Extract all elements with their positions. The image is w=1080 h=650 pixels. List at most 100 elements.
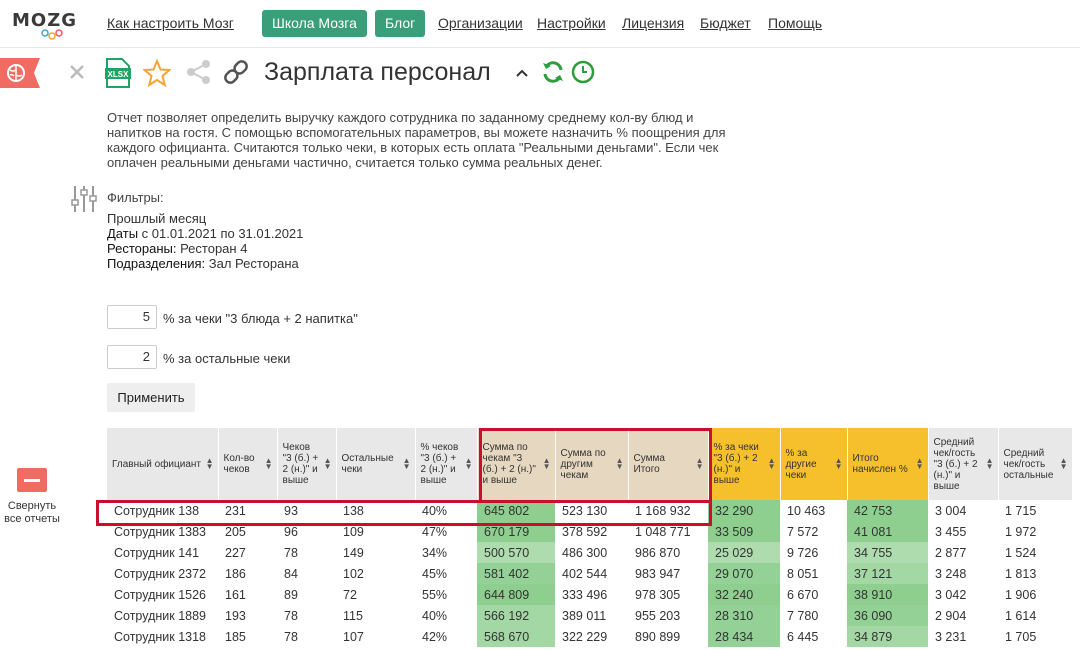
collapse-all-button[interactable]: [17, 468, 47, 492]
table-row[interactable]: Сотрудник 1889 193 78 115 40% 566 192 389 011 9…: [107, 605, 1072, 626]
table-cell: 378 592: [562, 524, 608, 539]
table-row[interactable]: Сотрудник 1383 205 96 109 47% 670 179 378 592 1…: [107, 521, 1072, 542]
close-icon[interactable]: [68, 63, 86, 86]
nav-link-settings[interactable]: Настройки: [537, 15, 606, 31]
table-cell: 6 670: [787, 587, 819, 602]
table-row[interactable]: Сотрудник 138 231 93 138 40% 645 802 523 130 1 …: [107, 500, 1072, 521]
column-header[interactable]: Чеков "3 (б.) + 2 (н.)" и выше ▲ ▼: [277, 428, 337, 500]
school-button[interactable]: Школа Мозга: [262, 10, 367, 37]
sort-icon[interactable]: ▲ ▼: [986, 457, 994, 471]
xlsx-export-icon[interactable]: XLSX: [105, 58, 131, 93]
sort-icon[interactable]: ▲ ▼: [206, 457, 214, 471]
table-cell: 38 910: [847, 584, 928, 605]
column-header[interactable]: Средний чек/гость остальные ▲ ▼: [998, 428, 1073, 500]
link-icon[interactable]: [222, 58, 250, 91]
nav-link-help[interactable]: Помощь: [768, 15, 822, 31]
table-cell: 33 509: [708, 521, 780, 542]
table-cell: 3 042: [935, 587, 967, 602]
share-icon[interactable]: [186, 59, 212, 90]
nav-link-budget[interactable]: Бюджет: [700, 15, 751, 31]
sort-icon[interactable]: ▲ ▼: [465, 457, 473, 471]
collapse-all-label[interactable]: Свернуть все отчеты: [0, 500, 64, 526]
table-cell: Сотрудник 141: [114, 545, 200, 560]
table-cell: 983 947: [635, 566, 681, 581]
apply-button[interactable]: Применить: [107, 383, 195, 412]
filter-divisions-value: Зал Ресторана: [205, 256, 299, 271]
table-cell: 1 524: [1005, 545, 1037, 560]
column-header[interactable]: Сумма Итого ▲ ▼: [628, 428, 709, 500]
filter-restaurants-label: Рестораны:: [107, 241, 177, 256]
sort-icon[interactable]: ▲ ▼: [403, 457, 411, 471]
column-header[interactable]: % за другие чеки ▲ ▼: [780, 428, 848, 500]
table-cell: 7 780: [787, 608, 819, 623]
filters-sliders-icon[interactable]: [70, 184, 98, 219]
table-cell: 227: [225, 545, 246, 560]
nav-link-how-to-setup[interactable]: Как настроить Мозг: [107, 15, 234, 31]
table-cell: 7 572: [787, 524, 819, 539]
table-cell: 84: [284, 566, 298, 581]
sort-icon[interactable]: ▲ ▼: [1060, 457, 1068, 471]
column-header[interactable]: % за чеки "3 (б.) + 2 (н.)" и выше ▲ ▼: [708, 428, 781, 500]
table-cell: 523 130: [562, 503, 608, 518]
sort-icon[interactable]: ▲ ▼: [543, 457, 551, 471]
table-cell: 670 179: [477, 521, 555, 542]
sort-icon[interactable]: ▲ ▼: [768, 457, 776, 471]
table-row[interactable]: Сотрудник 141 227 78 149 34% 500 570 486 300 98…: [107, 542, 1072, 563]
table-cell: 10 463: [787, 503, 826, 518]
table-cell: 28 310: [708, 605, 780, 626]
column-header-label: % за чеки "3 (б.) + 2 (н.)" и выше: [713, 442, 759, 486]
column-header[interactable]: Сумма по другим чекам ▲ ▼: [555, 428, 629, 500]
sort-icon[interactable]: ▲ ▼: [696, 457, 704, 471]
favorite-star-icon[interactable]: [141, 58, 173, 92]
percent-full-checks-input[interactable]: 5: [107, 305, 157, 329]
table-cell: 2 877: [935, 545, 967, 560]
table-cell: Сотрудник 1318: [114, 629, 207, 644]
sort-icon[interactable]: ▲ ▼: [324, 457, 332, 471]
table-row[interactable]: Сотрудник 1318 185 78 107 42% 568 670 322 229 8…: [107, 626, 1072, 647]
column-header[interactable]: Остальные чеки ▲ ▼: [336, 428, 416, 500]
chevron-up-icon[interactable]: [515, 66, 529, 84]
filter-divisions-label: Подразделения:: [107, 256, 206, 271]
nav-link-organizations[interactable]: Организации: [438, 15, 523, 31]
table-cell: 78: [284, 629, 298, 644]
table-cell: 42%: [422, 629, 448, 644]
table-cell: Сотрудник 1383: [114, 524, 207, 539]
table-cell: 3 455: [935, 524, 967, 539]
refresh-icon[interactable]: [541, 60, 565, 89]
percent-full-checks-label: % за чеки "3 блюда + 2 напитка": [163, 311, 358, 326]
filter-dates: Даты с 01.01.2021 по 31.01.2021: [107, 226, 303, 241]
column-header[interactable]: Средний чек/гость "3 (б.) + 2 (н.)" и вы…: [928, 428, 999, 500]
sort-icon[interactable]: ▲ ▼: [616, 457, 624, 471]
table-cell: 8 051: [787, 566, 819, 581]
sort-icon[interactable]: ▲ ▼: [835, 457, 843, 471]
clock-icon[interactable]: [571, 60, 595, 89]
table-cell: 1 906: [1005, 587, 1037, 602]
table-row[interactable]: Сотрудник 1526 161 89 72 55% 644 809 333 496 97…: [107, 584, 1072, 605]
column-header[interactable]: % чеков "3 (б.) + 2 (н.)" и выше ▲ ▼: [415, 428, 478, 500]
percent-other-checks-input[interactable]: 2: [107, 345, 157, 369]
table-cell: 3 004: [935, 503, 967, 518]
table-cell: 72: [343, 587, 357, 602]
table-cell: 109: [343, 524, 364, 539]
table-cell: 37 121: [847, 563, 928, 584]
table-row[interactable]: Сотрудник 2372 186 84 102 45% 581 402 402 544 9…: [107, 563, 1072, 584]
column-header[interactable]: Главный официант ▲ ▼: [107, 428, 219, 500]
table-cell: 955 203: [635, 608, 681, 623]
brain-tab[interactable]: [0, 58, 40, 88]
table-cell: Сотрудник 138: [114, 503, 200, 518]
sort-icon[interactable]: ▲ ▼: [916, 457, 924, 471]
sort-icon[interactable]: ▲ ▼: [265, 457, 273, 471]
table-header-row: Главный официант ▲ ▼ Кол-во чеков ▲ ▼ Чеков "3…: [107, 428, 1073, 500]
mozg-logo[interactable]: MOZG: [12, 8, 76, 40]
table-cell: 1 972: [1005, 524, 1037, 539]
table-cell: 107: [343, 629, 364, 644]
table-cell: 55%: [422, 587, 448, 602]
table-cell: 568 670: [477, 626, 555, 647]
logo-circles-icon: [41, 29, 63, 40]
column-header[interactable]: Сумма по чекам "3 (б.) + 2 (н.)" и выше ▲…: [477, 428, 556, 500]
blog-button[interactable]: Блог: [375, 10, 426, 37]
column-header[interactable]: Итого начислен % ▲ ▼: [847, 428, 929, 500]
column-header[interactable]: Кол-во чеков ▲ ▼: [218, 428, 278, 500]
table-cell: 1 168 932: [635, 503, 691, 518]
nav-link-license[interactable]: Лицензия: [622, 15, 684, 31]
